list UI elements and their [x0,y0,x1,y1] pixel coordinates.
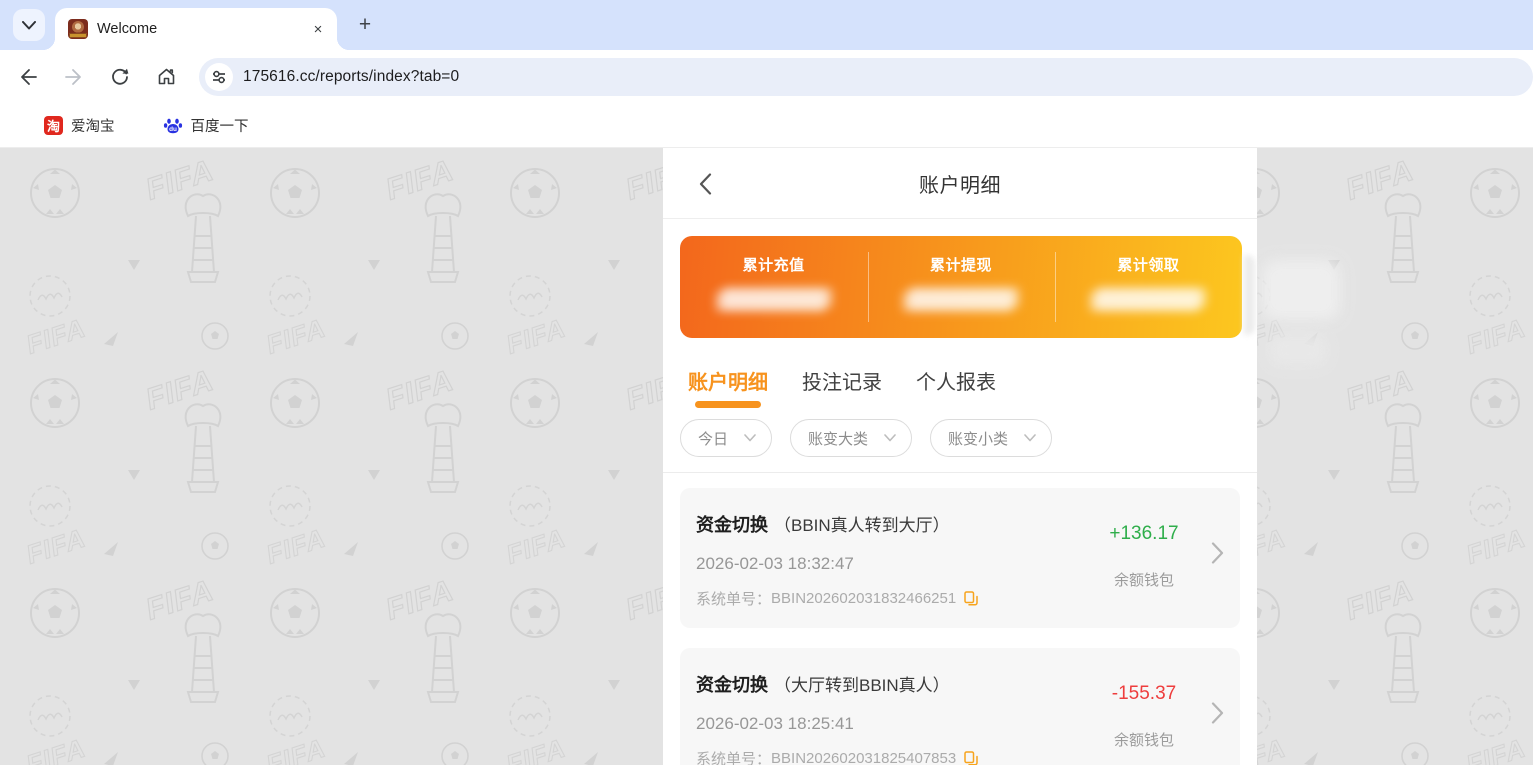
address-bar[interactable]: 175616.cc/reports/index?tab=0 [199,58,1533,96]
forward-arrow-icon [64,67,84,87]
home-icon [156,66,177,87]
blurred-watermark [1268,333,1328,367]
back-chevron-button[interactable] [693,172,717,196]
record-title: 资金切换 [696,511,768,537]
bookmark-label: 百度一下 [191,115,249,136]
summary-recharge: 累计充值 [680,236,867,338]
filter-label: 今日 [698,428,728,449]
back-button[interactable] [11,60,45,94]
divider [1055,252,1056,322]
masked-value [1096,288,1200,311]
record-subtitle: （BBIN真人转到大厅） [774,511,950,536]
tab-personal-report[interactable]: 个人报表 [916,366,996,408]
tab-account-detail[interactable]: 账户明细 [688,366,768,408]
record-amount: -155.37 [1088,683,1200,705]
record-card[interactable]: 资金切换 （BBIN真人转到大厅） 2026-02-03 18:32:47 系统… [680,488,1240,628]
chevron-down-icon [744,434,756,442]
copy-button[interactable] [964,591,978,606]
svg-text:du: du [169,126,177,133]
record-list: 资金切换 （BBIN真人转到大厅） 2026-02-03 18:32:47 系统… [663,488,1257,765]
tab-close-icon[interactable]: × [309,20,327,38]
order-number: BBIN202602031825407853 [771,750,956,765]
chevron-right-icon [1211,542,1224,564]
taobao-icon: 淘 [44,116,63,135]
record-wallet: 余额钱包 [1088,729,1200,750]
panel-header: 账户明细 [663,148,1257,219]
summary-label: 累计领取 [1117,254,1179,275]
tab-label: 投注记录 [802,372,882,394]
record-amount-block: +136.17 余额钱包 [1088,523,1200,590]
active-tab-underline [695,401,761,408]
tab-label: 账户明细 [688,372,768,394]
order-number: BBIN202602031832466251 [771,590,956,607]
filter-label: 账变大类 [808,428,868,449]
tab-label: 个人报表 [916,372,996,394]
blurred-edge-artifact [1244,255,1255,335]
chevron-down-icon [884,434,896,442]
record-wallet: 余额钱包 [1088,569,1200,590]
copy-button[interactable] [964,751,978,765]
record-card[interactable]: 资金切换 （大厅转到BBIN真人） 2026-02-03 18:25:41 系统… [680,648,1240,765]
reload-button[interactable] [103,60,137,94]
reload-icon [110,67,130,87]
forward-button[interactable] [57,60,91,94]
back-arrow-icon [18,67,38,87]
record-order-row: 系统单号： BBIN202602031825407853 [696,748,1240,765]
summary-withdraw: 累计提现 [867,236,1054,338]
filter-label: 账变小类 [948,428,1008,449]
browser-toolbar: 175616.cc/reports/index?tab=0 [0,50,1533,103]
tab-title: Welcome [97,21,309,37]
site-favicon [68,19,88,39]
home-button[interactable] [149,60,183,94]
divider [868,252,869,322]
bookmark-baidu[interactable]: du 百度一下 [163,115,249,136]
filter-minor-category-dropdown[interactable]: 账变小类 [930,419,1052,457]
masked-value [909,288,1013,311]
record-order-row: 系统单号： BBIN202602031832466251 [696,588,1240,609]
page-viewport: FIFA FIFA [0,148,1533,765]
summary-claimed: 累计领取 [1055,236,1242,338]
filters-row: 今日 账变大类 账变小类 [680,419,1257,457]
bookmark-taobao[interactable]: 淘 爱淘宝 [44,115,115,136]
record-title: 资金切换 [696,671,768,697]
bookmark-label: 爱淘宝 [71,115,115,136]
bookmarks-bar: 淘 爱淘宝 du 百度一下 [0,103,1533,148]
tab-bet-records[interactable]: 投注记录 [802,366,882,408]
baidu-icon: du [163,115,183,135]
summary-label: 累计提现 [930,254,992,275]
url-text: 175616.cc/reports/index?tab=0 [243,68,459,86]
tune-icon [211,69,227,85]
report-tabs: 账户明细 投注记录 个人报表 [688,366,1257,408]
browser-tab[interactable]: Welcome × [55,8,337,50]
record-amount-block: -155.37 余额钱包 [1088,683,1200,750]
new-tab-button[interactable]: + [352,12,378,38]
summary-card: 累计充值 累计提现 累计领取 [680,236,1242,338]
filter-major-category-dropdown[interactable]: 账变大类 [790,419,912,457]
record-amount: +136.17 [1088,523,1200,545]
order-label: 系统单号： [696,588,771,609]
chevron-right-icon [1211,702,1224,724]
masked-value [722,288,826,311]
chevron-left-icon [699,173,712,195]
record-subtitle: （大厅转到BBIN真人） [774,671,950,696]
site-settings-button[interactable] [205,63,233,91]
chevron-down-icon [1024,434,1036,442]
order-label: 系统单号： [696,748,771,765]
blurred-watermark [1262,260,1340,320]
chevron-down-icon [22,21,36,30]
browser-tab-strip: Welcome × + [0,0,1533,50]
divider [663,472,1257,473]
tab-search-button[interactable] [13,9,45,41]
page-title: 账户明细 [919,169,1001,198]
copy-icon [964,591,978,606]
filter-date-dropdown[interactable]: 今日 [680,419,772,457]
summary-label: 累计充值 [743,254,805,275]
copy-icon [964,751,978,765]
account-panel: 账户明细 累计充值 累计提现 累计领取 [663,148,1257,765]
